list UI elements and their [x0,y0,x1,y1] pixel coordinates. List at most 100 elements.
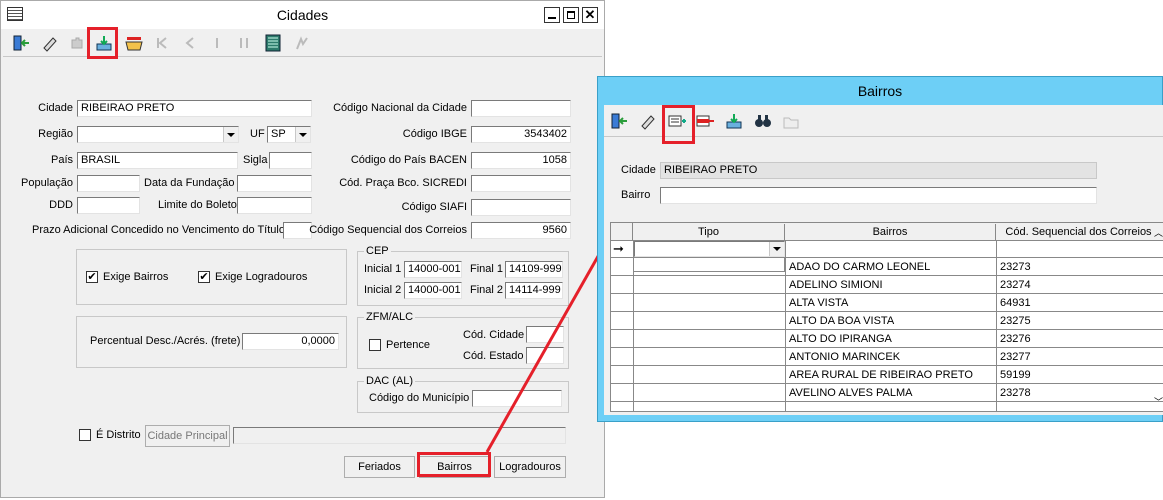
table-row[interactable]: ADELINO SIMIONI 23274 [611,276,1163,294]
edit-button[interactable] [37,31,61,55]
bairro-cod-cell[interactable]: 23275 [997,313,1147,329]
bairro-name-cell[interactable]: AVELINO ALVES PALMA [786,385,995,401]
grid-header: Tipo Bairros Cód. Sequencial dos Correio… [611,223,1163,241]
grid-view-button[interactable] [261,31,285,55]
minimize-button[interactable] [544,7,560,23]
tipo-dropdown-icon[interactable] [769,242,784,256]
cidade-principal-button[interactable]: Cidade Principal [145,425,230,447]
bairro-cod-cell[interactable]: 23276 [997,331,1147,347]
bairros-window: Bairros Cidade RIBEIRAO PRETO Bairro Tip… [597,76,1163,422]
zfm-cod-cidade-input[interactable] [526,326,564,343]
regiao-select[interactable] [77,126,239,143]
eraser-icon [641,115,655,130]
table-row[interactable]: AREA RURAL DE RIBEIRAO PRETO 59199 [611,366,1163,384]
cod-siafi-label: Código SIAFI [401,201,467,213]
pertence-checkbox[interactable] [369,339,381,351]
grid-new-row[interactable]: ➞ [611,241,1163,258]
cod-ibge-input[interactable]: 3543402 [471,126,571,143]
table-row[interactable]: ALTO DO IPIRANGA 23276 [611,330,1163,348]
bairros-exit-button[interactable] [607,109,631,133]
ddd-input[interactable] [77,197,140,214]
bairros-bairro-input[interactable] [660,187,1097,204]
exit-button[interactable] [9,31,33,55]
final1-input[interactable]: 14109-999 [505,261,563,278]
bairro-cod-cell[interactable]: 59199 [997,367,1147,383]
cod-pais-bacen-input[interactable]: 1058 [471,152,571,169]
regiao-dropdown-icon[interactable] [223,127,238,142]
bairro-name-cell[interactable]: ALTA VISTA [786,295,995,311]
bairro-cod-cell[interactable]: 23278 [997,385,1147,401]
populacao-input[interactable] [77,175,140,192]
table-row[interactable]: ANTONIO MARINCEK 23277 [611,348,1163,366]
exige-bairros-checkbox[interactable]: ✔ [86,271,98,283]
bairro-cod-cell[interactable]: 23273 [997,259,1147,275]
grid-vline-1 [785,241,786,411]
frete-group: Percentual Desc./Acrés. (frete) 0,0000 [76,316,347,368]
pais-input[interactable]: BRASIL [77,152,238,169]
grid-col-tipo[interactable]: Tipo [633,224,785,240]
bairros-delete-button[interactable] [693,109,717,133]
bairro-name-cell[interactable]: ANTONIO MARINCEK [786,349,995,365]
grid-vline-0 [633,241,634,411]
bairros-titlebar: Bairros [598,77,1162,105]
tipo-select[interactable] [634,241,785,257]
zfm-cod-estado-input[interactable] [526,347,564,364]
app-menu-icon[interactable] [7,7,23,21]
grid-header-indicator [611,223,633,240]
bairro-cod-cell[interactable]: 23274 [997,277,1147,293]
last-record-button[interactable] [232,31,256,55]
grid-scroll-up-icon[interactable]: ︿ [1154,226,1163,239]
cod-praca-input[interactable] [471,175,571,192]
bairro-name-cell[interactable]: ADELINO SIMIONI [786,277,995,293]
first-record-button[interactable] [150,31,174,55]
inicial2-input[interactable]: 14000-001 [404,282,462,299]
bairro-name-cell[interactable]: ADAO DO CARMO LEONEL [786,259,995,275]
uf-label: UF [250,128,265,140]
bairro-name-cell[interactable]: ALTO DA BOA VISTA [786,313,995,329]
bairros-edit-button[interactable] [635,109,659,133]
prev-icon [185,37,194,49]
bairro-name-cell[interactable]: AREA RURAL DE RIBEIRAO PRETO [786,367,995,383]
folder-icon [783,117,799,129]
bairros-import-button[interactable] [722,109,746,133]
final2-input[interactable]: 14114-999 [505,282,563,299]
close-button[interactable]: ✕ [582,7,598,23]
add-button[interactable] [65,31,89,55]
maximize-button[interactable] [563,7,579,23]
table-row[interactable]: AVELINO ALVES PALMA 23278 [611,384,1163,402]
frete-input[interactable]: 0,0000 [242,333,339,350]
cod-seq-correios-input[interactable]: 9560 [471,222,571,239]
zfm-group: ZFM/ALC Pertence Cód. Cidade Cód. Estado [357,310,569,369]
feriados-button[interactable]: Feriados [344,456,415,478]
extra-button[interactable] [290,31,314,55]
table-row[interactable]: ADAO DO CARMO LEONEL 23273 [611,258,1163,276]
grid-scroll-down-icon[interactable]: ﹀ [1154,395,1163,408]
table-row[interactable]: ALTA VISTA 64931 [611,294,1163,312]
logradouros-button[interactable]: Logradouros [494,456,566,478]
inicial2-label: Inicial 2 [364,284,402,296]
cod-siafi-input[interactable] [471,199,571,216]
bairro-cod-cell[interactable]: 23277 [997,349,1147,365]
cod-municipio-label: Código do Município [369,392,470,404]
cod-ibge-label: Código IBGE [402,128,467,140]
next-record-button[interactable] [205,31,229,55]
prev-record-button[interactable] [178,31,202,55]
inicial1-input[interactable]: 14000-001 [404,261,462,278]
bairros-grid[interactable]: Tipo Bairros Cód. Sequencial dos Correio… [610,222,1163,412]
exige-logradouros-checkbox[interactable]: ✔ [198,271,210,283]
last-icon [240,38,248,48]
ddd-label: DDD [49,199,73,211]
bairros-search-button[interactable] [751,109,775,133]
table-row[interactable]: ALTO DA BOA VISTA 23275 [611,312,1163,330]
cidade-input[interactable]: RIBEIRAO PRETO [77,100,312,117]
cod-municipio-input[interactable] [472,390,562,407]
distrito-checkbox[interactable] [79,429,91,441]
bairro-cod-cell[interactable]: 64931 [997,295,1147,311]
prazo-adicional-label: Prazo Adicional Concedido no Vencimento … [32,224,285,236]
grid-col-cod[interactable]: Cód. Sequencial dos Correios [996,224,1161,240]
grid-col-bairros[interactable]: Bairros [785,224,996,240]
cod-nacional-input[interactable] [471,100,571,117]
bairro-name-cell[interactable]: ALTO DO IPIRANGA [786,331,995,347]
folder-button[interactable] [122,31,146,55]
bairros-folder-button[interactable] [779,109,803,133]
